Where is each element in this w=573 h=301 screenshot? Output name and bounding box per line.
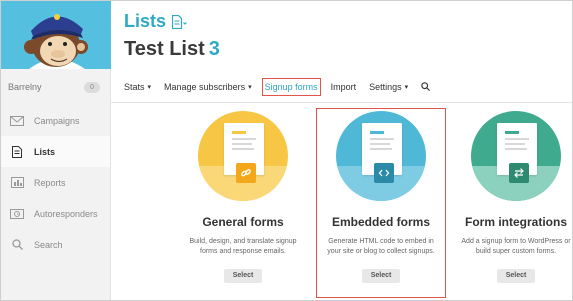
autoresponder-icon: [9, 208, 25, 220]
sidebar-item-label: Reports: [34, 177, 66, 188]
caret-down-icon: ▾: [248, 84, 252, 91]
list-menu-icon[interactable]: [172, 14, 188, 29]
document-icon: [9, 145, 25, 158]
code-brackets-icon: [374, 163, 394, 183]
form-integrations-illustration: [471, 111, 561, 201]
tab-stats[interactable]: Stats ▾: [124, 82, 151, 92]
divider: [111, 102, 572, 103]
sidebar-item-label: Search: [34, 239, 63, 250]
sidebar-item-label: Campaigns: [34, 115, 80, 126]
username: Barrelny: [8, 82, 42, 92]
card-title: Embedded forms: [331, 215, 430, 229]
sidebar-item-label: Autoresponders: [34, 208, 98, 219]
sidebar-item-autoresponders[interactable]: Autoresponders: [1, 198, 110, 229]
freddie-chimp-logo: [24, 14, 88, 69]
select-form-integrations-button[interactable]: Select: [497, 269, 535, 283]
section-title: Lists: [124, 11, 220, 32]
general-forms-illustration: [198, 111, 288, 201]
sidebar-item-lists[interactable]: Lists: [1, 136, 110, 167]
app-frame: Barrelny 0 Campaigns Lists Reports Autor…: [0, 0, 573, 301]
card-description: Build, design, and translate signup form…: [189, 238, 297, 255]
card-title: Form integrations: [464, 215, 567, 229]
caret-down-icon: ▾: [147, 84, 152, 91]
sidebar-item-search[interactable]: Search: [1, 229, 110, 260]
search-icon: [421, 81, 431, 93]
card-description: Generate HTML code to embed in your site…: [327, 238, 435, 255]
select-embedded-forms-button[interactable]: Select: [362, 269, 400, 283]
list-number: 3: [208, 38, 220, 60]
select-general-forms-button[interactable]: Select: [224, 269, 262, 283]
envelope-icon: [9, 115, 25, 127]
page-header: Lists Test List 3: [124, 11, 220, 61]
tab-label: Settings: [369, 82, 402, 92]
tab-settings[interactable]: Settings ▾: [369, 82, 408, 92]
tab-label: Manage subscribers: [164, 82, 246, 92]
tab-label: Signup forms: [264, 82, 318, 92]
section-title-text: Lists: [124, 11, 167, 31]
card-embedded-forms: Embedded forms Generate HTML code to emb…: [311, 111, 451, 283]
sidebar-item-reports[interactable]: Reports: [1, 167, 110, 198]
embedded-forms-illustration: [336, 111, 426, 201]
tab-bar: Stats ▾ Manage subscribers ▾ Signup forms …: [124, 75, 443, 99]
list-name-text: Test List: [124, 38, 205, 60]
card-description: Add a signup form to WordPress or build …: [461, 238, 571, 255]
sidebar-item-label: Lists: [34, 146, 56, 157]
page-title: Test List 3: [124, 38, 220, 61]
tab-signup-forms[interactable]: Signup forms: [261, 78, 321, 96]
card-general-forms: General forms Build, design, and transla…: [173, 111, 313, 283]
sidebar-item-campaigns[interactable]: Campaigns: [1, 105, 110, 136]
tab-import[interactable]: Import: [331, 82, 357, 92]
card-form-integrations: Form integrations Add a signup form to W…: [446, 111, 572, 283]
bar-chart-icon: [9, 177, 25, 189]
card-title: General forms: [202, 215, 284, 229]
tab-label: Import: [330, 82, 357, 92]
tab-search[interactable]: [421, 81, 431, 93]
swap-arrows-icon: [509, 163, 529, 183]
logo[interactable]: [1, 1, 111, 69]
user-row[interactable]: Barrelny 0: [1, 69, 110, 105]
tab-manage-subscribers[interactable]: Manage subscribers ▾: [164, 82, 252, 92]
caret-down-icon: ▾: [404, 84, 409, 91]
sidebar: Barrelny 0 Campaigns Lists Reports Autor…: [1, 1, 111, 300]
search-icon: [9, 239, 25, 251]
link-icon: [236, 163, 256, 183]
notification-badge: 0: [84, 81, 100, 93]
tab-label: Stats: [124, 82, 145, 92]
